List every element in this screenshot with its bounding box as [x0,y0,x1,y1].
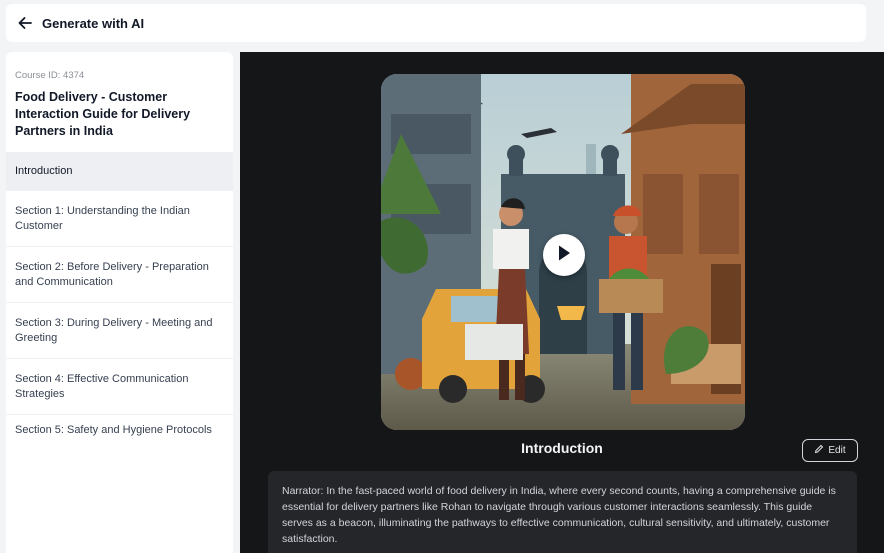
pencil-icon [814,444,824,457]
edit-button-label: Edit [828,445,846,456]
content-panel: Introduction Edit Narrator: In the fast-… [240,52,884,553]
play-button[interactable] [543,234,585,276]
course-meta: Course ID: 4374 Food Delivery - Customer… [6,52,233,152]
sidebar-item-label: Section 5: Safety and Hygiene Protocols [15,424,212,436]
top-bar: Generate with AI [6,4,866,42]
sidebar-item-label: Section 3: During Delivery - Meeting and… [15,316,213,344]
narration-text: Narrator: In the fast-paced world of foo… [268,471,857,553]
sidebar-item-section-4[interactable]: Section 4: Effective Communication Strat… [6,358,233,414]
sidebar-item-label: Section 4: Effective Communication Strat… [15,372,189,400]
section-title: Introduction [521,440,603,456]
sidebar-item-label: Introduction [15,164,73,177]
video-player[interactable] [381,74,745,430]
sidebar-item-section-2[interactable]: Section 2: Before Delivery - Preparation… [6,246,233,302]
arrow-left-icon[interactable] [16,14,34,32]
sidebar-item-section-1[interactable]: Section 1: Understanding the Indian Cust… [6,190,233,246]
play-icon [556,244,572,267]
sidebar-item-label: Section 1: Understanding the Indian Cust… [15,204,190,232]
page-title: Generate with AI [42,15,145,31]
sidebar-item-section-5[interactable]: Section 5: Safety and Hygiene Protocols [6,414,233,470]
course-sidebar: Course ID: 4374 Food Delivery - Customer… [6,52,233,553]
edit-button[interactable]: Edit [802,439,858,462]
sidebar-item-introduction[interactable]: Introduction [6,152,233,190]
course-id: Course ID: 4374 [15,70,85,81]
sidebar-item-section-3[interactable]: Section 3: During Delivery - Meeting and… [6,302,233,358]
sidebar-item-label: Section 2: Before Delivery - Preparation… [15,260,209,288]
course-title: Food Delivery - Customer Interaction Gui… [15,90,191,138]
